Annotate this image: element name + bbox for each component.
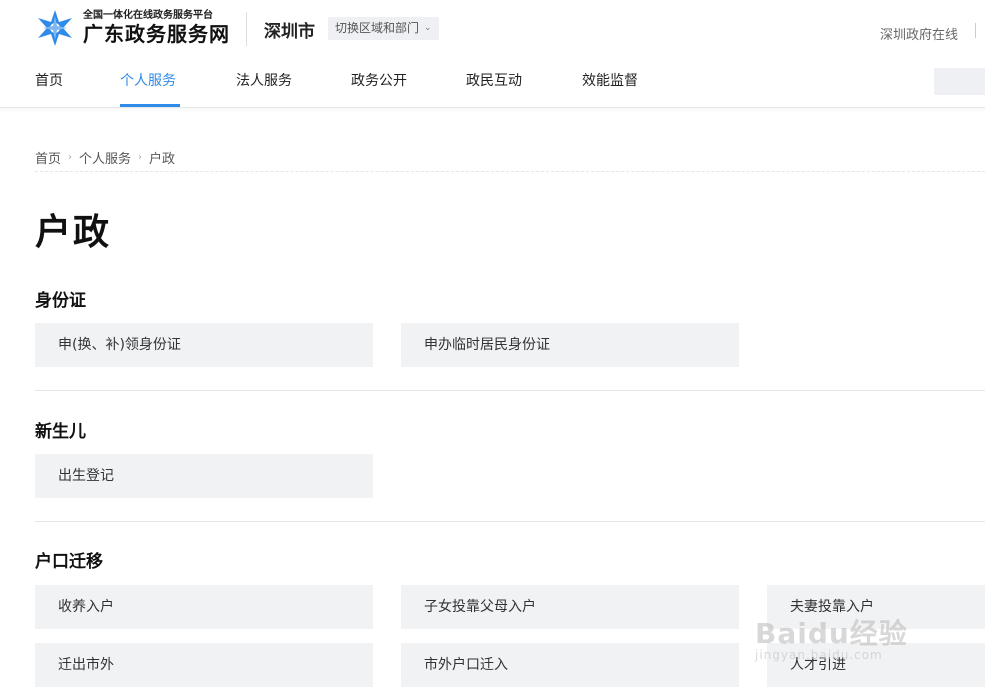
section-divider: [35, 390, 985, 391]
service-card[interactable]: 市外户口迁入: [401, 643, 739, 687]
header-divider: [246, 12, 247, 46]
breadcrumb: 首页 › 个人服务 › 户政: [35, 148, 175, 167]
region-switch-label: 切换区域和部门: [335, 21, 420, 35]
shenzhen-gov-link[interactable]: 深圳政府在线: [880, 24, 958, 43]
service-card[interactable]: 申(换、补)领身份证: [35, 323, 373, 367]
nav-efficiency-supervision[interactable]: 效能监督: [582, 62, 662, 108]
service-card[interactable]: 迁出市外: [35, 643, 373, 687]
section-title-newborn: 新生儿: [35, 422, 86, 442]
logo-subtitle: 全国一体化在线政务服务平台: [83, 10, 213, 21]
nav-personal-services[interactable]: 个人服务: [120, 62, 180, 108]
service-card[interactable]: 子女投靠父母入户: [401, 585, 739, 629]
main-nav: 首页 个人服务 法人服务 政务公开 政民互动 效能监督: [35, 62, 662, 108]
nav-government-affairs[interactable]: 政务公开: [351, 62, 466, 108]
header: 全国一体化在线政务服务平台 广东政务服务网 深圳市 切换区域和部门 ⌄ 深圳政府…: [0, 0, 985, 108]
chevron-down-icon: ⌄: [424, 23, 432, 33]
breadcrumb-divider: [35, 171, 985, 172]
nav-legal-person-services[interactable]: 法人服务: [236, 62, 351, 108]
top-right-divider: [975, 23, 976, 38]
service-card[interactable]: 收养入户: [35, 585, 373, 629]
page-title: 户政: [35, 212, 112, 253]
search-input[interactable]: [934, 68, 985, 95]
service-card[interactable]: 申办临时居民身份证: [401, 323, 739, 367]
breadcrumb-home[interactable]: 首页: [35, 148, 61, 167]
site-logo[interactable]: 全国一体化在线政务服务平台 广东政务服务网: [35, 8, 230, 48]
region-switch-button[interactable]: 切换区域和部门 ⌄: [328, 17, 439, 40]
service-card[interactable]: 出生登记: [35, 454, 373, 498]
nav-interaction[interactable]: 政民互动: [466, 62, 582, 108]
service-card[interactable]: 夫妻投靠入户: [767, 585, 985, 629]
service-card[interactable]: 人才引进: [767, 643, 985, 687]
chevron-right-icon: ›: [138, 152, 143, 163]
section-divider: [35, 521, 985, 522]
logo-title: 广东政务服务网: [83, 22, 230, 46]
section-title-id-card: 身份证: [35, 291, 86, 311]
section-title-household-migration: 户口迁移: [35, 552, 103, 572]
breadcrumb-personal-services[interactable]: 个人服务: [79, 148, 131, 167]
nav-home[interactable]: 首页: [35, 62, 120, 108]
star-logo-icon: [38, 10, 72, 46]
breadcrumb-current: 户政: [149, 152, 176, 167]
chevron-right-icon: ›: [68, 152, 73, 163]
city-name: 深圳市: [264, 22, 315, 42]
